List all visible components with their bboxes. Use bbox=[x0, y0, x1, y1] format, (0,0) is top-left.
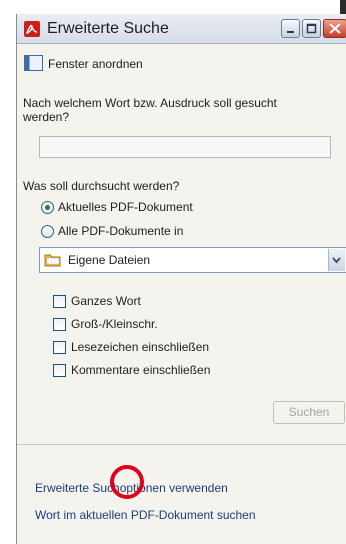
checkbox-bookmarks-label[interactable]: Lesezeichen einschließen bbox=[71, 340, 209, 354]
current-document-search-link[interactable]: Wort im aktuellen PDF-Dokument suchen bbox=[35, 508, 256, 522]
highlight-circle bbox=[110, 465, 144, 499]
checkbox-whole-word-label[interactable]: Ganzes Wort bbox=[71, 294, 141, 308]
checkbox-bookmarks[interactable] bbox=[53, 341, 66, 354]
search-question: Nach welchem Wort bzw. Ausdruck soll ges… bbox=[23, 96, 277, 124]
checkbox-case-sensitive-label[interactable]: Groß-/Kleinschr. bbox=[71, 317, 158, 331]
maximize-button[interactable] bbox=[302, 19, 321, 38]
close-icon bbox=[329, 23, 341, 34]
scope-question: Was soll durchsucht werden? bbox=[23, 179, 180, 193]
footer-divider bbox=[17, 444, 346, 445]
window-title: Erweiterte Suche bbox=[47, 20, 169, 37]
acrobat-icon bbox=[24, 21, 40, 37]
minimize-icon bbox=[287, 31, 294, 33]
checkbox-comments-label[interactable]: Kommentare einschließen bbox=[71, 363, 210, 377]
location-select-value: Eigene Dateien bbox=[68, 253, 151, 267]
advanced-search-window: Erweiterte Suche Fenster anordnen Nach w… bbox=[16, 14, 346, 544]
search-input[interactable] bbox=[39, 136, 331, 158]
radio-all-documents-label[interactable]: Alle PDF-Dokumente in bbox=[58, 224, 183, 238]
window-arrange-icon[interactable] bbox=[24, 55, 43, 71]
location-select[interactable]: Eigene Dateien bbox=[39, 247, 346, 273]
arrange-windows-label[interactable]: Fenster anordnen bbox=[48, 57, 143, 71]
chevron-down-icon bbox=[332, 257, 341, 264]
checkbox-comments[interactable] bbox=[53, 364, 66, 377]
maximize-icon bbox=[306, 23, 317, 34]
radio-current-document[interactable] bbox=[41, 201, 54, 214]
minimize-button[interactable] bbox=[281, 19, 300, 38]
checkbox-case-sensitive[interactable] bbox=[53, 318, 66, 331]
search-button[interactable]: Suchen bbox=[273, 401, 345, 424]
radio-current-document-label[interactable]: Aktuelles PDF-Dokument bbox=[58, 200, 193, 214]
radio-all-documents[interactable] bbox=[41, 225, 54, 238]
close-button[interactable] bbox=[323, 19, 346, 38]
title-bar[interactable]: Erweiterte Suche bbox=[17, 14, 346, 44]
checkbox-whole-word[interactable] bbox=[53, 295, 66, 308]
folder-icon bbox=[44, 254, 61, 267]
dropdown-button[interactable] bbox=[328, 249, 345, 271]
